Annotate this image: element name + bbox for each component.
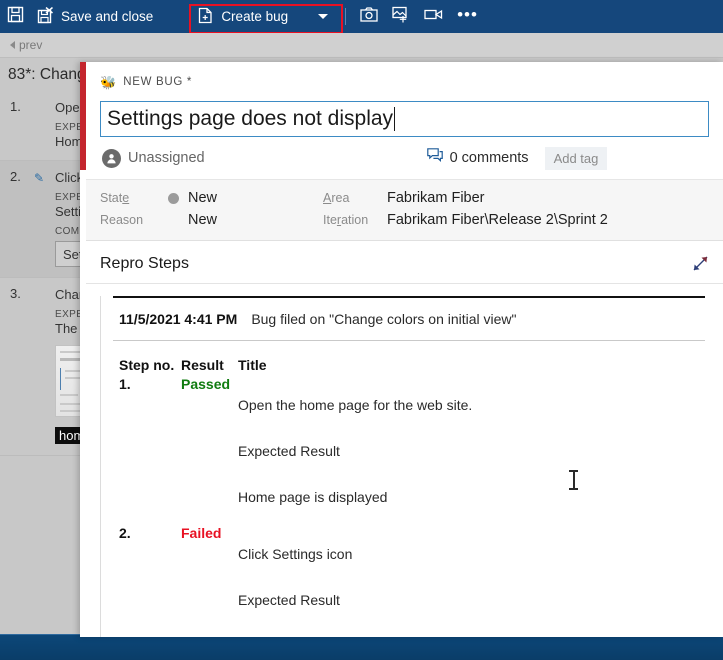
iteration-label: Iteration	[323, 213, 369, 227]
step-result: Failed	[181, 525, 222, 541]
create-bug-button[interactable]: Create bug	[189, 2, 338, 31]
create-bug-label: Create bug	[221, 9, 289, 24]
app-window: Save and close Create bug ••• prev 83*: …	[0, 0, 723, 660]
image-action-icon	[392, 6, 410, 28]
column-title: Title	[238, 357, 267, 373]
step-number: 2.	[119, 525, 131, 541]
work-item-type-row: 🐝 NEW BUG *	[100, 72, 709, 92]
expected-result-text: Home page is displayed	[238, 489, 388, 505]
save-and-close-label: Save and close	[61, 9, 154, 24]
repro-steps-body: 11/5/2021 4:41 PM Bug filed on "Change c…	[86, 284, 723, 637]
more-actions-button[interactable]: •••	[450, 0, 485, 33]
person-icon	[102, 148, 121, 168]
new-file-icon	[198, 7, 213, 27]
add-tag-button[interactable]: Add tag	[544, 146, 608, 170]
expand-diagonal-icon[interactable]	[692, 255, 709, 272]
state-value-wrap[interactable]: New	[168, 190, 323, 206]
create-bug-control: Create bug	[189, 2, 344, 34]
area-label: Area	[323, 191, 350, 205]
column-step-no: Step no.	[119, 357, 175, 373]
column-result: Result	[181, 357, 224, 373]
bug-title-input[interactable]: Settings page does not display	[100, 101, 709, 137]
bug-filed-message: Bug filed on "Change colors on initial v…	[251, 311, 517, 327]
step-number: 1.	[10, 99, 21, 114]
save-icon	[7, 6, 24, 28]
repro-content-card: 11/5/2021 4:41 PM Bug filed on "Change c…	[100, 296, 709, 637]
state-label: State	[100, 191, 130, 205]
repro-steps-title: Repro Steps	[100, 255, 189, 272]
table-header-row: Step no. Result Title	[119, 357, 709, 373]
text-caret	[394, 107, 396, 131]
expected-result-label: Expected Result	[238, 592, 340, 608]
test-case-title: 83*: Chang	[8, 66, 86, 83]
prev-label: prev	[19, 38, 43, 52]
step-number: 3.	[10, 286, 21, 301]
overflow-icon: •••	[457, 5, 478, 24]
dialog-header: 🐝 NEW BUG * Settings page does not displ…	[86, 62, 723, 179]
state-dot-icon	[168, 192, 179, 204]
work-item-type-label: NEW BUG *	[123, 76, 193, 88]
step-number: 1.	[119, 376, 131, 392]
chevron-down-icon[interactable]	[318, 14, 329, 19]
reason-value[interactable]: New	[168, 212, 323, 228]
step-title: Click Settings icon	[238, 546, 353, 562]
dialog-meta-row: Unassigned 0 comments Add tag	[100, 137, 709, 179]
table-row: 1. Passed Open the home page for the web…	[119, 376, 709, 507]
video-camera-icon	[424, 8, 443, 26]
area-value[interactable]: Fabrikam Fiber	[387, 190, 709, 206]
step-title: Open the home page for the web site.	[238, 397, 473, 413]
capture-screenshot-button[interactable]	[353, 0, 385, 33]
image-action-button[interactable]	[385, 0, 417, 33]
navigation-bar: prev	[0, 33, 723, 58]
reason-label: Reason	[100, 213, 144, 227]
comments-label: 0 comments	[449, 150, 529, 166]
prev-link[interactable]: prev	[10, 38, 42, 52]
repro-steps-header: Repro Steps	[86, 241, 723, 284]
bug-title-value: Settings page does not display	[107, 107, 394, 130]
chevron-left-icon	[10, 41, 15, 49]
repro-steps-table: Step no. Result Title 1. Passed Open the…	[113, 357, 709, 637]
assignee-label: Unassigned	[128, 150, 205, 166]
save-and-close-button[interactable]: Save and close	[31, 0, 159, 33]
text-ibeam-cursor	[569, 470, 578, 490]
status-bar	[0, 634, 723, 660]
iteration-value[interactable]: Fabrikam Fiber\Release 2\Sprint 2	[387, 212, 709, 228]
step-result: Passed	[181, 376, 231, 392]
fields-grid: State New Area Fabrikam Fiber Reason New…	[86, 179, 723, 241]
toolbar-divider	[345, 8, 347, 25]
comments-control[interactable]: 0 comments	[426, 148, 529, 168]
state-value: New	[188, 190, 218, 206]
pencil-icon[interactable]: ✎	[34, 171, 44, 185]
bug-filed-row: 11/5/2021 4:41 PM Bug filed on "Change c…	[113, 298, 705, 341]
top-toolbar: Save and close Create bug •••	[0, 0, 723, 34]
expected-result-label: Expected Result	[238, 443, 340, 459]
bug-dialog: 🐝 NEW BUG * Settings page does not displ…	[80, 62, 723, 637]
record-video-button[interactable]	[417, 0, 450, 33]
step-number: 2.	[10, 169, 21, 184]
bug-filed-date: 11/5/2021 4:41 PM	[119, 311, 238, 327]
save-and-close-icon	[37, 6, 54, 27]
table-row: 2. Failed Click Settings icon Expected R…	[119, 525, 709, 637]
bug-icon: 🐝	[100, 74, 117, 90]
comment-icon	[426, 148, 443, 168]
save-button[interactable]	[0, 0, 31, 33]
assignee-control[interactable]: Unassigned	[102, 148, 205, 168]
camera-icon	[360, 6, 378, 27]
